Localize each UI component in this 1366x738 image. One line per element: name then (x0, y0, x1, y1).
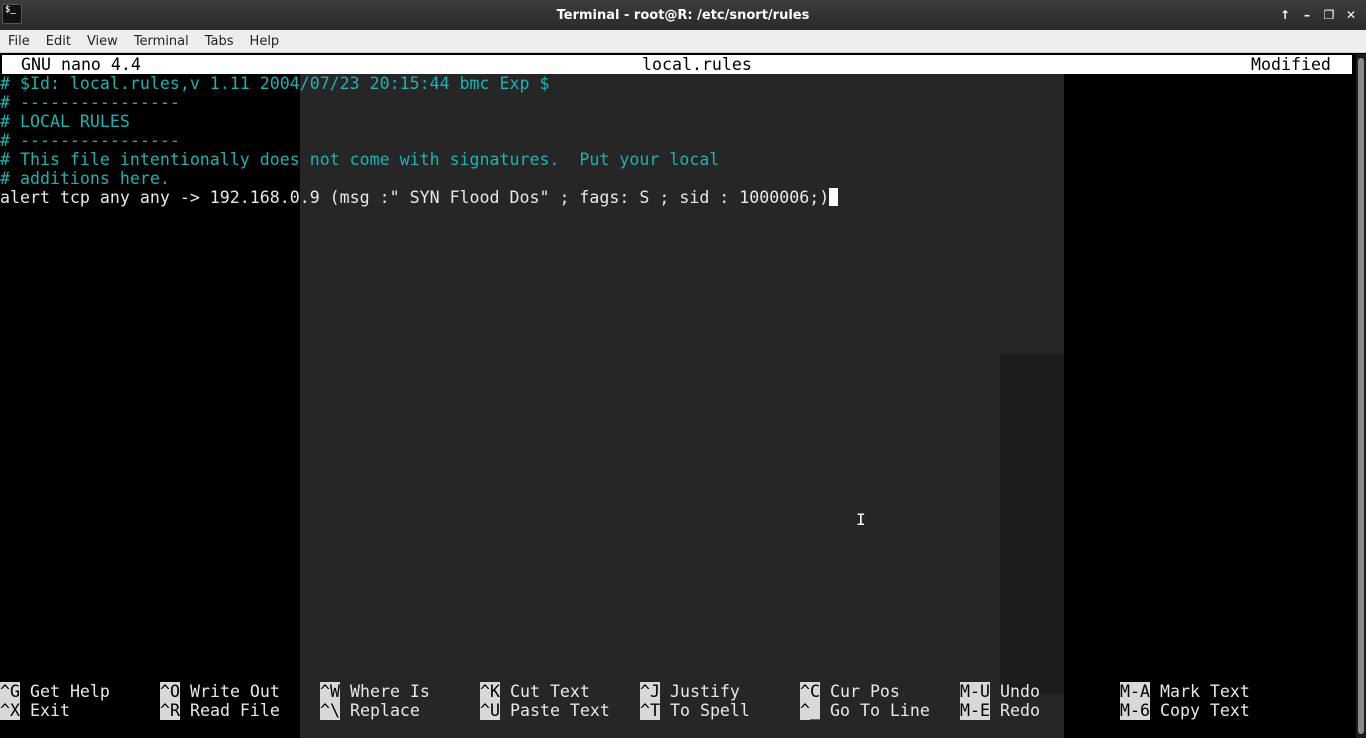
shortcut-read-file[interactable]: ^R Read File (160, 701, 280, 720)
nano-version: GNU nano 4.4 (21, 55, 141, 74)
nano-header-bar: GNU nano 4.4 local.rules Modified (2, 55, 1352, 74)
nano-shortcut-bar: ^G Get Help ^O Write Out ^W Where Is ^K … (0, 682, 1356, 722)
menu-file[interactable]: File (4, 34, 34, 49)
nano-status: Modified (1251, 55, 1331, 74)
shortcut-replace[interactable]: ^\ Replace (320, 701, 420, 720)
shortcut-to-spell[interactable]: ^T To Spell (640, 701, 750, 720)
window-title: Terminal - root@R: /etc/snort/rules (556, 7, 810, 23)
shortcut-cur-pos[interactable]: ^C Cur Pos (800, 682, 900, 701)
shortcut-exit[interactable]: ^X Exit (0, 701, 70, 720)
editor-line-4[interactable]: # ---------------- (0, 131, 180, 150)
shortcut-paste-text[interactable]: ^U Paste Text (480, 701, 610, 720)
editor-line-3[interactable]: # LOCAL RULES (0, 112, 130, 131)
maximize-icon[interactable]: ❐ (1320, 6, 1338, 24)
terminal-viewport[interactable]: GNU nano 4.4 local.rules Modified # $Id:… (0, 54, 1356, 738)
shortcut-copy-text[interactable]: M-6 Copy Text (1120, 701, 1250, 720)
text-cursor (829, 188, 839, 206)
arrow-up-icon[interactable]: ↑ (1276, 6, 1294, 24)
minimize-icon[interactable]: – (1298, 6, 1316, 24)
editor-line-6[interactable]: # additions here. (0, 169, 170, 188)
menu-bar: File Edit View Terminal Tabs Help (0, 30, 1366, 53)
window-controls: ↑ – ❐ ✕ (1276, 6, 1360, 24)
shortcut-go-to-line[interactable]: ^_ Go To Line (800, 701, 930, 720)
shortcut-write-out[interactable]: ^O Write Out (160, 682, 280, 701)
background-wallpaper-image (300, 74, 1064, 738)
menu-tabs[interactable]: Tabs (201, 34, 238, 49)
terminal-app-icon[interactable]: $_ (2, 4, 22, 24)
menu-view[interactable]: View (83, 34, 122, 49)
ibeam-cursor-icon: I (856, 510, 866, 529)
editor-line-5[interactable]: # This file intentionally does not come … (0, 150, 719, 169)
menu-edit[interactable]: Edit (42, 34, 75, 49)
shortcut-justify[interactable]: ^J Justify (640, 682, 740, 701)
shortcut-get-help[interactable]: ^G Get Help (0, 682, 110, 701)
shortcut-where-is[interactable]: ^W Where Is (320, 682, 430, 701)
editor-line-7[interactable]: alert tcp any any -> 192.168.0.9 (msg :"… (0, 188, 839, 207)
close-icon[interactable]: ✕ (1342, 6, 1360, 24)
rule-text: alert tcp any any -> 192.168.0.9 (msg :"… (0, 188, 830, 207)
window-titlebar[interactable]: $_ Terminal - root@R: /etc/snort/rules ↑… (0, 0, 1366, 30)
shortcut-mark-text[interactable]: M-A Mark Text (1120, 682, 1250, 701)
shortcut-redo[interactable]: M-E Redo (960, 701, 1040, 720)
editor-line-1[interactable]: # $Id: local.rules,v 1.11 2004/07/23 20:… (0, 74, 549, 93)
menu-help[interactable]: Help (246, 34, 284, 49)
nano-filename: local.rules (642, 55, 752, 74)
shortcut-cut-text[interactable]: ^K Cut Text (480, 682, 590, 701)
scrollbar-thumb[interactable] (1358, 58, 1364, 734)
shortcut-undo[interactable]: M-U Undo (960, 682, 1040, 701)
editor-line-2[interactable]: # ---------------- (0, 93, 180, 112)
menu-terminal[interactable]: Terminal (130, 34, 193, 49)
background-wallpaper-detail (1000, 354, 1064, 694)
terminal-scrollbar[interactable] (1356, 54, 1366, 738)
